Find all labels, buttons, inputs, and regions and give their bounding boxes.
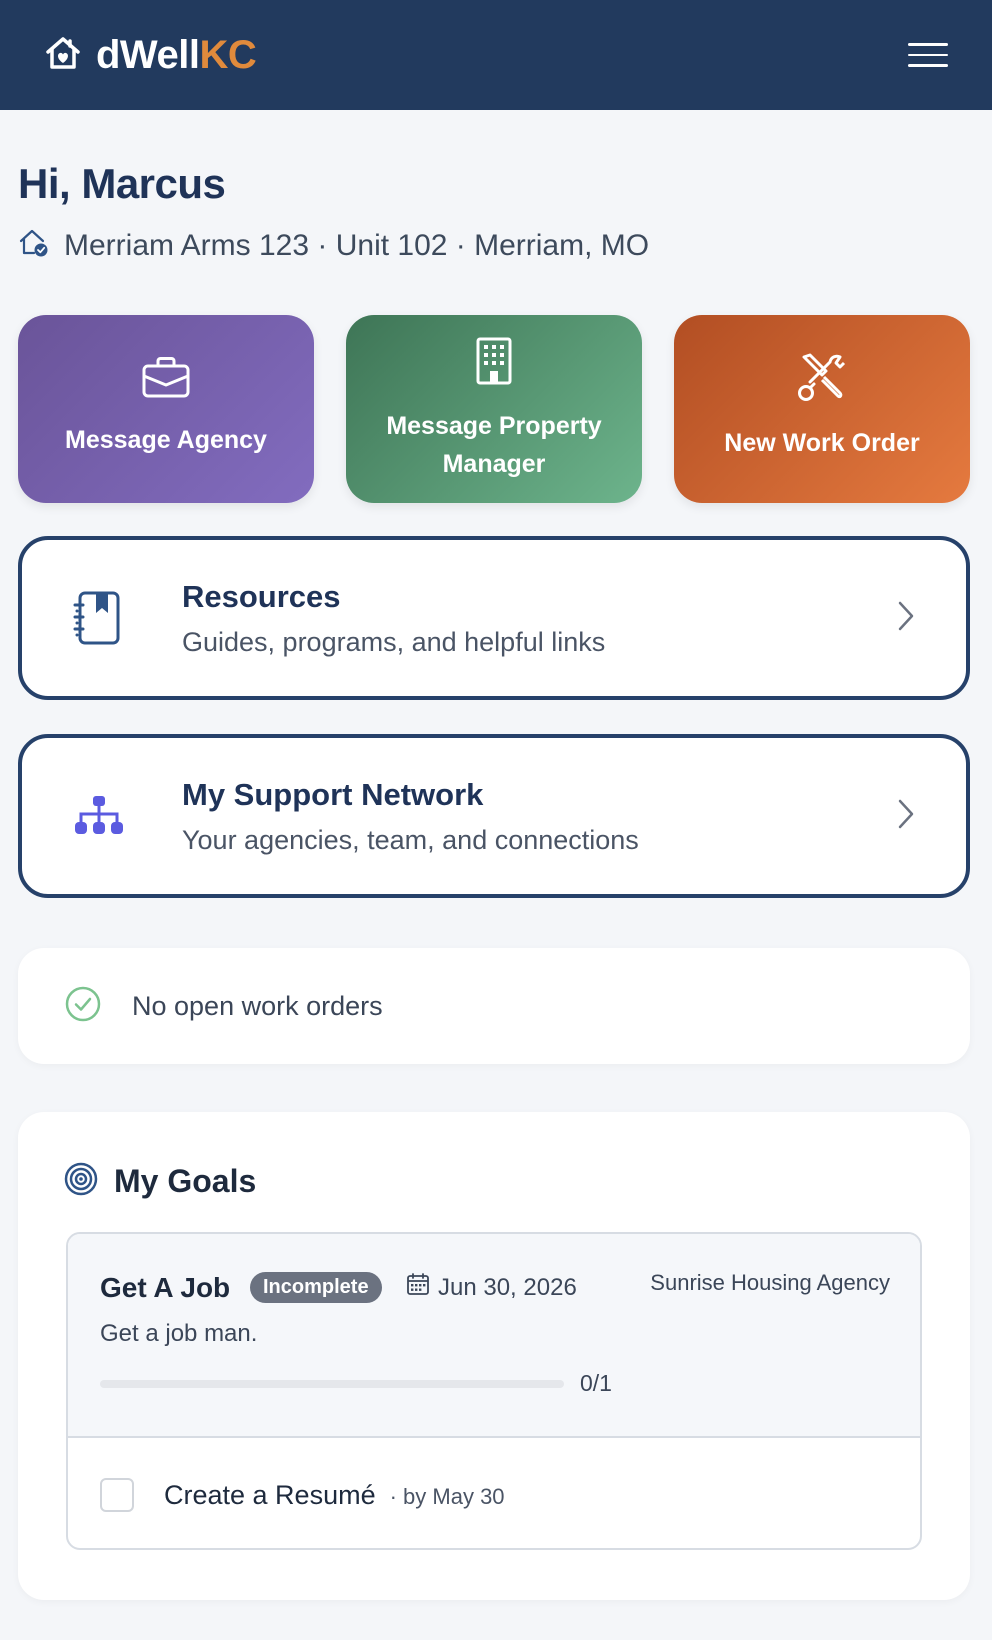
building-icon: [474, 336, 514, 391]
task-name: Create a Resumé: [164, 1479, 376, 1510]
resources-subtitle: Guides, programs, and helpful links: [182, 626, 606, 657]
top-nav-bar: dWellKC: [0, 0, 992, 110]
network-icon: [72, 794, 142, 838]
task-due: · by May 30: [389, 1484, 505, 1509]
task-checkbox[interactable]: [100, 1478, 134, 1512]
new-work-order-label: New Work Order: [724, 428, 920, 457]
resources-title: Resources: [182, 578, 341, 614]
home-heart-icon: [44, 34, 82, 77]
brand-logo[interactable]: dWellKC: [44, 32, 257, 78]
work-orders-status-text: No open work orders: [132, 990, 383, 1021]
goal-name: Get A Job: [100, 1272, 231, 1303]
status-badge: Incomplete: [250, 1272, 382, 1303]
goal-agency: Sunrise Housing Agency: [650, 1270, 890, 1295]
goal-progress-text: 0/1: [580, 1370, 612, 1396]
address-text: Merriam Arms 123 · Unit 102 · Merriam, M…: [64, 229, 650, 262]
chevron-right-icon: [896, 599, 916, 638]
home-check-icon: [18, 226, 50, 266]
work-orders-status-card: No open work orders: [18, 948, 970, 1064]
address-line: Merriam Arms 123 · Unit 102 · Merriam, M…: [18, 226, 649, 266]
message-property-manager-label: Message Property Manager: [386, 411, 602, 478]
message-agency-label: Message Agency: [65, 425, 267, 454]
check-circle-icon: [64, 985, 102, 1028]
goals-card: My Goals Get A Job Incomplete Jun 30, 20…: [18, 1112, 970, 1600]
goal-progress-bar: [100, 1380, 564, 1388]
task-row: Create a Resumé · by May 30: [68, 1440, 920, 1548]
target-icon: [64, 1162, 98, 1201]
journal-bookmark-icon: [72, 589, 142, 647]
support-network-title: My Support Network: [182, 776, 484, 812]
brand-name: dWellKC: [96, 32, 257, 77]
tools-icon: [796, 351, 848, 408]
briefcase-icon: [140, 354, 192, 405]
goal-item[interactable]: Get A Job Incomplete Jun 30, 2026 Sunris…: [66, 1232, 922, 1550]
goal-due-date: Jun 30, 2026: [406, 1272, 577, 1303]
message-agency-button[interactable]: Message Agency: [18, 315, 314, 503]
goals-title: My Goals: [114, 1163, 257, 1199]
chevron-right-icon: [896, 797, 916, 836]
message-property-manager-button[interactable]: Message Property Manager: [346, 315, 642, 503]
page-title: Hi, Marcus: [18, 160, 226, 207]
support-network-card[interactable]: My Support Network Your agencies, team, …: [18, 734, 970, 898]
support-network-subtitle: Your agencies, team, and connections: [182, 824, 639, 855]
calendar-icon: [406, 1272, 430, 1303]
hamburger-icon[interactable]: [908, 35, 948, 75]
new-work-order-button[interactable]: New Work Order: [674, 315, 970, 503]
goal-description: Get a job man.: [100, 1320, 258, 1347]
goal-summary: Get A Job Incomplete Jun 30, 2026 Sunris…: [68, 1234, 920, 1438]
resources-card[interactable]: Resources Guides, programs, and helpful …: [18, 536, 970, 700]
